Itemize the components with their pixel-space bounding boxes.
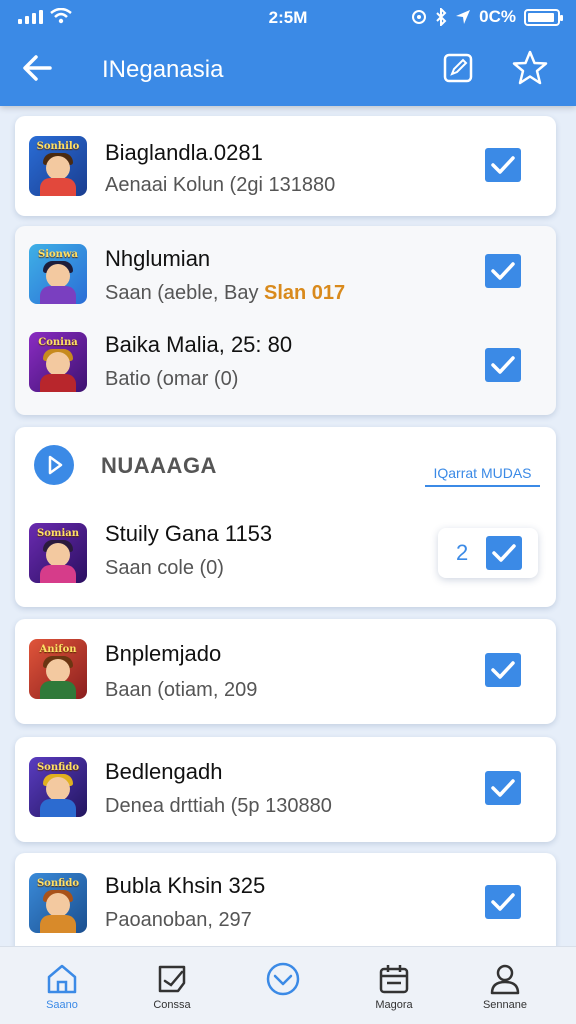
game-thumbnail: Conina <box>29 332 87 392</box>
game-thumbnail: Sonhilo <box>29 136 87 196</box>
nav-conssa[interactable]: Conssa <box>122 947 222 1024</box>
nav-label: Conssa <box>153 999 191 1011</box>
item-subtitle: Baan (otiam, 209 <box>105 679 258 701</box>
item-subtitle: Batio (omar (0) <box>105 368 239 390</box>
checkmark-icon <box>491 262 515 280</box>
item-title: Baika Malia, 25: 80 <box>105 332 293 357</box>
item-subtitle-highlight: Slan 017 <box>264 282 346 304</box>
list-item[interactable]: Sonfido Bubla Khsin 325 Paoanoban, 297 <box>15 857 556 947</box>
checkmark-icon <box>491 356 515 374</box>
selection-count: 2 <box>456 540 469 565</box>
list-item[interactable]: Sionwa Nhglumian Saan (aeble, Bay Slan 0… <box>15 226 556 316</box>
back-button[interactable] <box>18 48 58 88</box>
section-play-button[interactable] <box>34 445 74 485</box>
list-item[interactable]: Conina Baika Malia, 25: 80 Batio (omar (… <box>15 320 556 410</box>
thumbnail-label: Sonfido <box>36 762 80 773</box>
battery-icon <box>524 8 563 26</box>
list-item[interactable]: Sonfido Bedlengadh Denea drttiah (5p 130… <box>15 741 556 831</box>
game-thumbnail: Sonfido <box>29 873 87 933</box>
profile-icon <box>490 964 520 995</box>
star-icon <box>512 50 548 85</box>
thumbnail-label: Conina <box>38 337 78 348</box>
item-subtitle: Saan (aeble, Bay Slan 017 <box>105 282 345 305</box>
item-checkbox[interactable] <box>485 148 521 182</box>
item-subtitle: Paoanoban, 297 <box>105 909 252 931</box>
thumbnail-label: Sionwa <box>37 249 79 260</box>
nav-sennane[interactable]: Sennane <box>455 947 555 1024</box>
game-thumbnail: Anifon <box>29 639 87 699</box>
item-title: Bedlengadh <box>105 759 223 784</box>
checkmark-icon <box>491 893 515 911</box>
section-link[interactable]: IQarrat MUDAS <box>425 465 540 487</box>
favorite-button[interactable] <box>510 48 550 88</box>
item-checkbox[interactable] <box>485 348 521 382</box>
game-thumbnail: Sionwa <box>29 244 87 304</box>
list-card: Sonhilo Biaglandla.0281 Aenaai Kolun (2g… <box>15 116 556 216</box>
page-title: INeganasia <box>102 56 224 83</box>
list-card: Sionwa Nhglumian Saan (aeble, Bay Slan 0… <box>15 226 556 415</box>
thumbnail-label: Somian <box>36 528 80 539</box>
item-title: Nhglumian <box>105 246 211 271</box>
calendar-icon <box>379 965 409 994</box>
item-title: Biaglandla.0281 <box>105 140 263 165</box>
section-card: NUAAAGA IQarrat MUDAS Somian Stuily Gana… <box>15 427 556 607</box>
item-checkbox[interactable] <box>485 254 521 288</box>
nav-magora[interactable]: Magora <box>344 947 444 1024</box>
selection-count-box[interactable]: 2 <box>438 528 538 578</box>
edit-icon <box>443 53 473 83</box>
nav-home[interactable]: Saano <box>12 947 112 1024</box>
thumbnail-label: Sonfido <box>36 878 80 889</box>
list-item[interactable]: Sonhilo Biaglandla.0281 Aenaai Kolun (2g… <box>15 120 556 210</box>
play-icon <box>48 455 63 475</box>
item-subtitle: Saan cole (0) <box>105 557 224 579</box>
item-subtitle-text: Saan (aeble, Bay <box>105 282 259 304</box>
nav-center[interactable] <box>233 947 333 1024</box>
item-title: Stuily Gana 1153 <box>105 521 273 546</box>
battery-percent: 0C% <box>479 7 516 26</box>
item-checkbox[interactable] <box>485 771 521 805</box>
thumbnail-label: Sonhilo <box>36 141 80 152</box>
item-title: Bubla Khsin 325 <box>105 873 266 898</box>
checkmark-icon <box>491 156 515 174</box>
edit-card-icon <box>158 965 186 993</box>
item-checkbox[interactable] <box>485 653 521 687</box>
thumbnail-label: Anifon <box>39 644 77 655</box>
game-thumbnail: Somian <box>29 523 87 583</box>
nav-label: Sennane <box>482 999 528 1011</box>
list-card: Sonfido Bedlengadh Denea drttiah (5p 130… <box>15 737 556 842</box>
list-item[interactable]: Anifon Bnplemjado Baan (otiam, 209 <box>15 623 556 713</box>
section-title: NUAAAGA <box>101 453 217 478</box>
check-circle-icon <box>266 962 300 996</box>
item-subtitle: Denea drttiah (5p 130880 <box>105 795 332 817</box>
checkmark-icon <box>491 779 515 797</box>
app-header: 2:5M 0C% INeganasia <box>0 0 576 106</box>
item-title: Bnplemjado <box>105 641 222 666</box>
status-bar: 2:5M 0C% <box>0 0 576 36</box>
game-thumbnail: Sonfido <box>29 757 87 817</box>
navigation-icon <box>456 10 471 24</box>
home-icon <box>47 964 77 994</box>
location-icon <box>412 10 427 24</box>
item-subtitle: Aenaai Kolun (2gi 131880 <box>105 174 336 196</box>
nav-label: Magora <box>375 999 413 1011</box>
arrow-left-icon <box>23 55 52 81</box>
item-checkbox[interactable] <box>485 885 521 919</box>
item-checkbox[interactable] <box>486 536 522 570</box>
bluetooth-icon <box>436 8 447 26</box>
checkmark-icon <box>492 544 516 562</box>
checkmark-icon <box>491 661 515 679</box>
bottom-navigation: Saano Conssa Magora Sennane <box>0 946 576 1024</box>
list-card: Anifon Bnplemjado Baan (otiam, 209 <box>15 619 556 724</box>
nav-label: Saano <box>46 999 78 1011</box>
edit-button[interactable] <box>440 50 476 86</box>
